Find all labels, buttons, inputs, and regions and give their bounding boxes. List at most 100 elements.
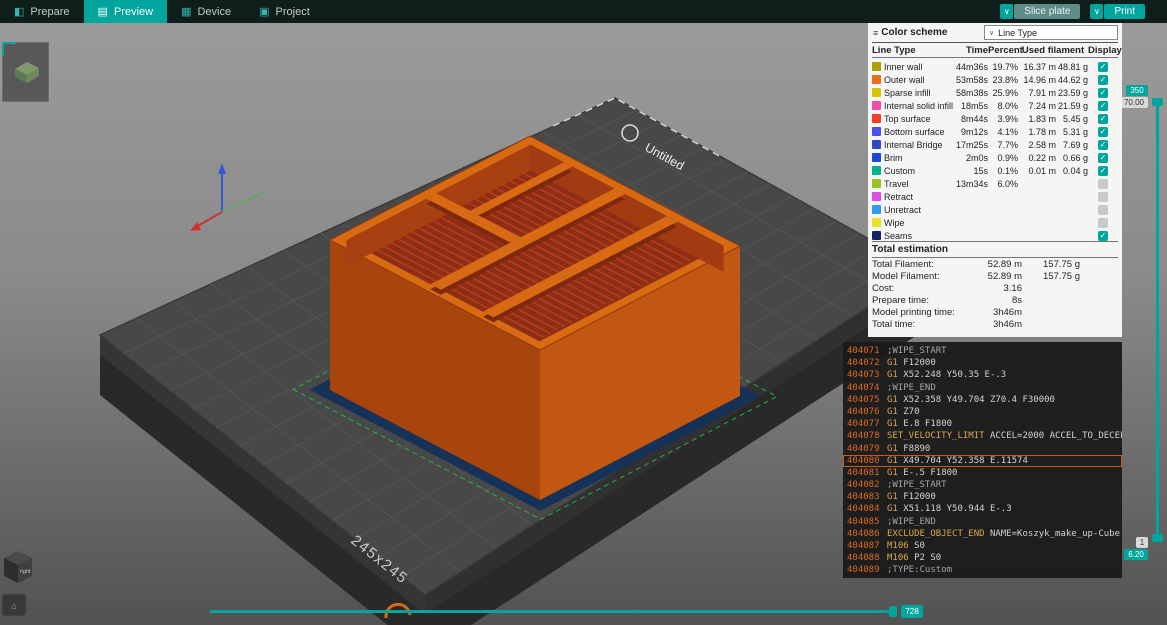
tab-device[interactable]: ▦ Device xyxy=(167,0,245,23)
line-type-time: 53m58s xyxy=(955,75,988,85)
display-checkbox[interactable]: ✓ xyxy=(1098,62,1108,72)
line-type-color-swatch xyxy=(872,62,881,71)
slice-options-chevron-button[interactable]: ∨ xyxy=(1000,4,1014,19)
line-type-color-swatch xyxy=(872,218,881,227)
line-type-color-swatch xyxy=(872,114,881,123)
plate-thumbnail[interactable] xyxy=(2,42,49,102)
legend-title: Color scheme xyxy=(881,27,948,38)
gcode-viewer-panel[interactable]: 404071 ;WIPE_START 404072 G1 F12000 404073 G1… xyxy=(843,342,1122,578)
total-value-1: 52.89 m xyxy=(987,270,1022,282)
line-type-color-swatch xyxy=(872,205,881,214)
line-type-length: 1.83 m xyxy=(1028,114,1056,124)
gcode-line[interactable]: 404081 G1 E-.5 F1800 xyxy=(843,467,1122,479)
line-type-time: 58m38s xyxy=(955,88,988,98)
display-checkbox[interactable] xyxy=(1098,205,1108,215)
line-type-time: 44m36s xyxy=(955,62,988,72)
legend-row: Internal solid infill 18m5s 8.0% 7.24 m 21.5… xyxy=(872,97,1118,111)
line-type-percent: 7.7% xyxy=(997,140,1018,150)
line-type-time: 9m12s xyxy=(960,127,988,137)
display-checkbox[interactable]: ✓ xyxy=(1098,127,1108,137)
print-button[interactable]: Print xyxy=(1104,4,1145,19)
line-type-label: Internal Bridge xyxy=(884,140,943,150)
gcode-line[interactable]: 404073 G1 X52.248 Y50.35 E-.3 xyxy=(843,369,1122,381)
legend-row: Sparse infill 58m38s 25.9% 7.91 m 23.59 g ✓ xyxy=(872,84,1118,98)
layer-top-height-badge: 70.00 xyxy=(1120,97,1148,108)
layer-slider-bottom-handle[interactable] xyxy=(1152,534,1163,542)
legend-row: Inner wall 44m36s 19.7% 16.37 m 48.81 g ✓ xyxy=(872,58,1118,72)
line-type-length: 14.96 m xyxy=(1023,75,1056,85)
collapse-legend-icon[interactable]: ≡ xyxy=(873,28,878,38)
display-checkbox[interactable]: ✓ xyxy=(1098,114,1108,124)
gcode-line[interactable]: 404086 EXCLUDE_OBJECT_END NAME=Koszyk_mak… xyxy=(843,528,1122,540)
print-options-chevron-button[interactable]: ∨ xyxy=(1090,4,1104,19)
col-line-type: Line Type xyxy=(872,44,916,56)
slice-plate-button[interactable]: Slice plate xyxy=(1014,4,1081,19)
gcode-line[interactable]: 404083 G1 F12000 xyxy=(843,491,1122,503)
line-type-label: Wipe xyxy=(884,218,905,228)
col-time: Time xyxy=(965,44,988,56)
display-checkbox[interactable]: ✓ xyxy=(1098,101,1108,111)
display-checkbox[interactable] xyxy=(1098,218,1108,228)
gcode-line[interactable]: 404089 ;TYPE:Custom xyxy=(843,564,1122,576)
layer-slider-track[interactable] xyxy=(1156,106,1159,536)
gcode-line[interactable]: 404077 G1 E.8 F1800 xyxy=(843,418,1122,430)
line-type-time: 8m44s xyxy=(960,114,988,124)
line-type-percent: 23.8% xyxy=(992,75,1018,85)
gcode-line[interactable]: 404074 ;WIPE_END xyxy=(843,382,1122,394)
line-type-label: Internal solid infill xyxy=(884,101,954,111)
gcode-line[interactable]: 404071 ;WIPE_START xyxy=(843,345,1122,357)
display-checkbox[interactable]: ✓ xyxy=(1098,140,1108,150)
total-row: Total Filament: 52.89 m 157.75 g xyxy=(872,258,1118,270)
navigation-cube[interactable]: right ⌂ xyxy=(0,546,44,625)
line-type-color-swatch xyxy=(872,231,881,240)
gcode-line[interactable]: 404079 G1 F8890 xyxy=(843,443,1122,455)
gcode-line[interactable]: 404084 G1 X51.118 Y50.944 E-.3 xyxy=(843,503,1122,515)
col-display: Display xyxy=(1088,44,1122,56)
legend-row: Unretract xyxy=(872,201,1118,215)
display-checkbox[interactable]: ✓ xyxy=(1098,153,1108,163)
move-slider-handle[interactable] xyxy=(889,606,897,617)
line-type-weight: 0.66 g xyxy=(1062,153,1088,163)
layer-slider-top-handle[interactable] xyxy=(1152,98,1163,106)
display-checkbox[interactable]: ✓ xyxy=(1098,75,1108,85)
legend-totals: Total Filament: 52.89 m 157.75 g Model Fila… xyxy=(872,258,1118,330)
gcode-line[interactable]: 404075 G1 X52.358 Y49.704 Z70.4 F30000 xyxy=(843,394,1122,406)
legend-row: Top surface 8m44s 3.9% 1.83 m 5.45 g ✓ xyxy=(872,110,1118,124)
gcode-line[interactable]: 404088 M106 P2 S0 xyxy=(843,552,1122,564)
display-checkbox[interactable] xyxy=(1098,192,1108,202)
device-tab-icon: ▦ xyxy=(181,6,192,18)
view-type-dropdown[interactable]: ∨ Line Type xyxy=(984,25,1118,40)
line-type-color-swatch xyxy=(872,88,881,97)
display-checkbox[interactable] xyxy=(1098,179,1108,189)
line-type-percent: 25.9% xyxy=(992,88,1018,98)
display-checkbox[interactable]: ✓ xyxy=(1098,88,1108,98)
total-row: Cost: 3.16 xyxy=(872,282,1118,294)
legend-row: Custom 15s 0.1% 0.01 m 0.04 g ✓ xyxy=(872,162,1118,176)
display-checkbox[interactable]: ✓ xyxy=(1098,166,1108,176)
gcode-line[interactable]: 404082 ;WIPE_START xyxy=(843,479,1122,491)
gcode-line[interactable]: 404076 G1 Z70 xyxy=(843,406,1122,418)
tab-prepare[interactable]: ◧ Prepare xyxy=(0,0,84,23)
slicer-app: Untitled 245x245 ◧ Prepare ▤ Preview ▦ D… xyxy=(0,0,1167,625)
line-type-label: Bottom surface xyxy=(884,127,945,137)
line-type-label: Seams xyxy=(884,231,913,241)
total-value-1: 52.89 m xyxy=(987,258,1022,270)
legend-row: Brim 2m0s 0.9% 0.22 m 0.66 g ✓ xyxy=(872,149,1118,163)
line-type-time: 17m25s xyxy=(955,140,988,150)
tab-preview[interactable]: ▤ Preview xyxy=(83,0,168,23)
tab-project[interactable]: ▣ Project xyxy=(245,0,324,23)
move-slider-track[interactable] xyxy=(210,610,896,613)
gcode-line[interactable]: 404072 G1 F12000 xyxy=(843,357,1122,369)
legend-row: Travel 13m34s 6.0% xyxy=(872,175,1118,189)
total-label: Total time: xyxy=(872,318,916,330)
display-checkbox[interactable]: ✓ xyxy=(1098,231,1108,241)
total-value-1: 8s xyxy=(1011,294,1022,306)
line-type-time: 15s xyxy=(973,166,988,176)
gcode-line[interactable]: 404078 SET_VELOCITY_LIMIT ACCEL=2000 ACCE… xyxy=(843,430,1122,442)
gcode-line[interactable]: 404080 G1 X49.704 Y52.358 E.11574 xyxy=(843,455,1122,467)
total-value-1: 3h46m xyxy=(992,306,1022,318)
gcode-line[interactable]: 404085 ;WIPE_END xyxy=(843,516,1122,528)
legend-rows: Inner wall 44m36s 19.7% 16.37 m 48.81 g ✓ Oute… xyxy=(872,58,1118,241)
gcode-line[interactable]: 404087 M106 S0 xyxy=(843,540,1122,552)
